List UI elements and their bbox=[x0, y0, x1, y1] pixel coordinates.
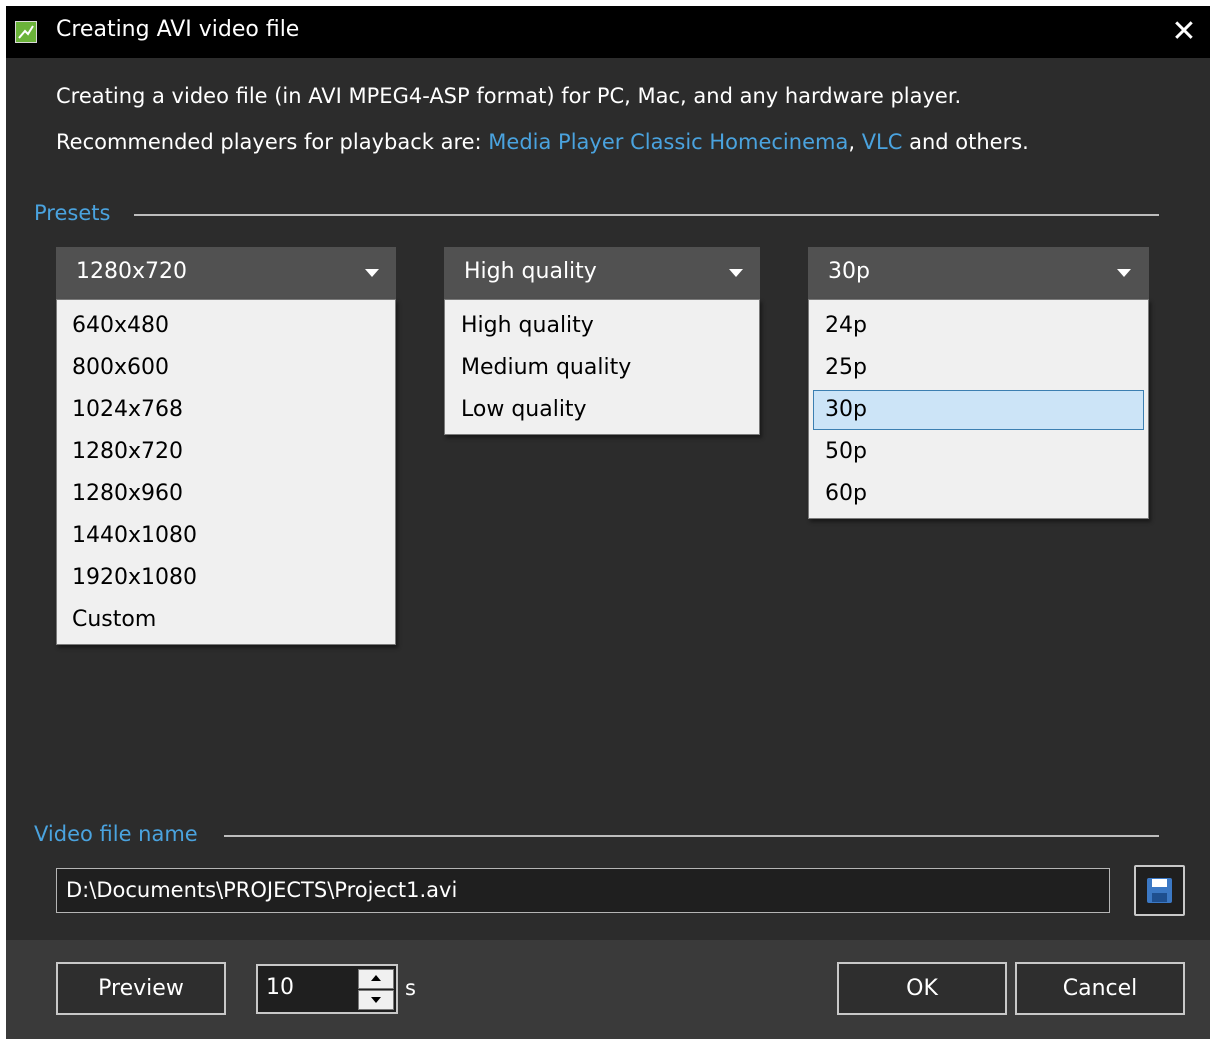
resolution-option[interactable]: 1920x1080 bbox=[57, 558, 395, 598]
resolution-option[interactable]: 800x600 bbox=[57, 348, 395, 388]
video-file-divider bbox=[224, 835, 1159, 837]
resolution-option[interactable]: 1440x1080 bbox=[57, 516, 395, 556]
resolution-option[interactable]: 640x480 bbox=[57, 306, 395, 346]
quality-combo[interactable]: High quality bbox=[444, 247, 760, 299]
preview-duration-spinbox[interactable]: 10 bbox=[256, 964, 398, 1014]
framerate-selected: 30p bbox=[828, 259, 870, 284]
close-icon[interactable]: ✕ bbox=[1162, 10, 1206, 54]
format-description: Creating a video file (in AVI MPEG4-ASP … bbox=[56, 84, 962, 108]
preview-button[interactable]: Preview bbox=[56, 962, 226, 1015]
quality-dropdown: High quality Medium quality Low quality bbox=[444, 299, 760, 435]
presets-divider bbox=[134, 214, 1159, 216]
framerate-option[interactable]: 60p bbox=[813, 474, 1144, 514]
resolution-option[interactable]: Custom bbox=[57, 600, 395, 640]
framerate-dropdown: 24p 25p 30p 50p 60p bbox=[808, 299, 1149, 519]
recommended-suffix: and others. bbox=[902, 130, 1029, 154]
cancel-button[interactable]: Cancel bbox=[1015, 962, 1185, 1015]
framerate-option-highlighted[interactable]: 30p bbox=[813, 390, 1144, 430]
quality-option[interactable]: Low quality bbox=[445, 390, 759, 430]
chevron-down-icon bbox=[729, 269, 743, 277]
recommended-players: Recommended players for playback are: Me… bbox=[56, 130, 1029, 154]
resolution-selected: 1280x720 bbox=[76, 259, 187, 284]
spin-down-button[interactable] bbox=[358, 990, 394, 1010]
spin-up-button[interactable] bbox=[358, 969, 394, 989]
dialog-window: Creating AVI video file ✕ Creating a vid… bbox=[6, 6, 1210, 1039]
link-mpc-hc[interactable]: Media Player Classic Homecinema bbox=[488, 130, 848, 154]
resolution-dropdown: 640x480 800x600 1024x768 1280x720 1280x9… bbox=[56, 299, 396, 645]
framerate-combo[interactable]: 30p bbox=[808, 247, 1149, 299]
resolution-option[interactable]: 1024x768 bbox=[57, 390, 395, 430]
file-path-input[interactable]: D:\Documents\PROJECTS\Project1.avi bbox=[56, 868, 1110, 913]
link-separator: , bbox=[848, 130, 862, 154]
quality-option[interactable]: Medium quality bbox=[445, 348, 759, 388]
save-icon[interactable] bbox=[1134, 865, 1185, 916]
arrow-up-icon bbox=[371, 975, 381, 981]
resolution-option[interactable]: 1280x960 bbox=[57, 474, 395, 514]
ok-button[interactable]: OK bbox=[837, 962, 1007, 1015]
app-icon bbox=[15, 21, 37, 43]
title-bar: Creating AVI video file ✕ bbox=[6, 6, 1210, 58]
quality-option[interactable]: High quality bbox=[445, 306, 759, 346]
quality-selected: High quality bbox=[464, 259, 597, 284]
floppy-disk-icon bbox=[1147, 878, 1172, 903]
recommended-prefix: Recommended players for playback are: bbox=[56, 130, 489, 154]
chevron-down-icon bbox=[1117, 269, 1131, 277]
framerate-option[interactable]: 50p bbox=[813, 432, 1144, 472]
resolution-combo[interactable]: 1280x720 bbox=[56, 247, 396, 299]
presets-label: Presets bbox=[34, 201, 111, 225]
arrow-down-icon bbox=[371, 997, 381, 1003]
video-file-label: Video file name bbox=[34, 822, 198, 846]
window-title: Creating AVI video file bbox=[56, 17, 300, 42]
resolution-option[interactable]: 1280x720 bbox=[57, 432, 395, 472]
link-vlc[interactable]: VLC bbox=[862, 130, 903, 154]
framerate-option[interactable]: 25p bbox=[813, 348, 1144, 388]
framerate-option[interactable]: 24p bbox=[813, 306, 1144, 346]
chevron-down-icon bbox=[365, 269, 379, 277]
duration-value: 10 bbox=[266, 975, 294, 1000]
duration-unit: s bbox=[405, 976, 416, 1000]
